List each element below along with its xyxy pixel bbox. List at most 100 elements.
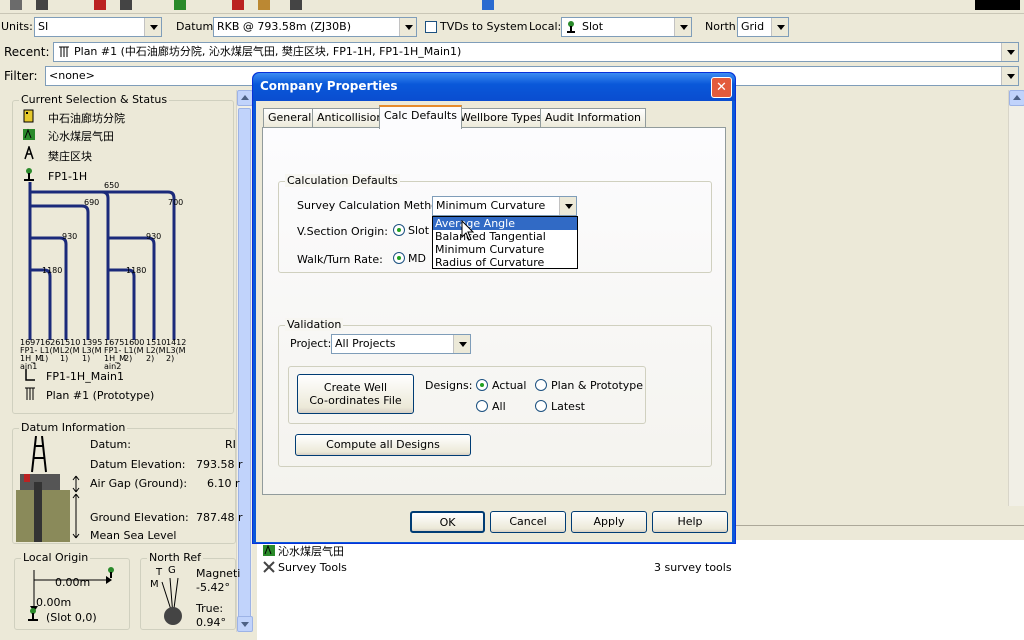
north-value: Grid <box>741 20 765 33</box>
option-balanced-tangential[interactable]: Balanced Tangential <box>433 230 577 243</box>
ok-button[interactable]: OK <box>410 511 485 533</box>
tool-icon[interactable] <box>258 0 270 10</box>
compass-icon <box>161 577 182 625</box>
recent-label: Recent: <box>4 45 50 59</box>
chevron-down-icon[interactable] <box>1001 43 1018 61</box>
local-select[interactable]: Slot <box>561 17 692 37</box>
walkturn-md-label: MD <box>408 252 426 265</box>
datum-info-title: Datum Information <box>19 421 128 434</box>
wellbore-name[interactable]: FP1-1H_Main1 <box>46 370 124 383</box>
option-minimum-curvature[interactable]: Minimum Curvature <box>433 243 577 256</box>
walkturn-md-radio[interactable] <box>393 252 405 264</box>
tab-audit-information[interactable]: Audit Information <box>540 108 647 128</box>
chevron-down-icon[interactable] <box>674 18 691 36</box>
survey-tools-count: 3 survey tools <box>654 561 732 574</box>
designs-label: Designs: <box>425 379 473 392</box>
units-select[interactable]: SI <box>34 17 162 37</box>
project-value: All Projects <box>335 337 396 350</box>
company-name[interactable]: 中石油廊坊分院 <box>48 110 125 126</box>
site-icon <box>24 146 34 160</box>
design-latest-label: Latest <box>551 400 585 413</box>
plan-name[interactable]: Plan #1 (Prototype) <box>46 389 154 402</box>
branch-label: 1) <box>40 354 49 363</box>
selection-panel: Current Selection & Status 中石油廊坊分院 沁水煤层气… <box>10 90 236 415</box>
design-plan-prototype-label: Plan & Prototype <box>551 379 644 392</box>
rig-diagram-icon <box>16 436 80 542</box>
list-item-survey-tools[interactable]: Survey Tools <box>278 561 347 574</box>
chevron-down-icon[interactable] <box>399 18 416 36</box>
tool-icon[interactable] <box>120 0 132 10</box>
design-all-label: All <box>492 400 506 413</box>
tab-anticollision[interactable]: Anticollision <box>312 108 389 128</box>
scroll-thumb[interactable] <box>238 108 251 618</box>
company-icon <box>23 109 34 123</box>
depth-650: 650 <box>104 181 120 190</box>
tab-general[interactable]: General <box>263 108 317 128</box>
design-plan-prototype-radio[interactable] <box>535 379 547 391</box>
validation-title: Validation <box>285 318 344 331</box>
tool-icon[interactable] <box>290 0 302 10</box>
list-item-field[interactable]: 沁水煤层气田 <box>278 543 344 559</box>
tool-icon[interactable] <box>10 0 22 10</box>
left-panel-scrollbar[interactable] <box>236 90 253 632</box>
magnetic-label: Magneti <box>196 567 241 580</box>
main-toolbar <box>0 0 1024 14</box>
tab-wellbore-types[interactable]: Wellbore Types <box>455 108 548 128</box>
apply-button[interactable]: Apply <box>571 511 647 533</box>
recent-select[interactable]: Plan #1 (中石油廊坊分院, 沁水煤层气田, 樊庄区块, FP1-1H, … <box>53 42 1019 62</box>
cancel-button[interactable]: Cancel <box>490 511 566 533</box>
site-name[interactable]: 樊庄区块 <box>48 148 92 164</box>
depth-690: 690 <box>84 198 100 207</box>
filter-label: Filter: <box>4 69 38 83</box>
design-actual-label: Actual <box>492 379 527 392</box>
survey-method-select[interactable]: Minimum Curvature <box>432 196 577 216</box>
chevron-down-icon[interactable] <box>771 18 788 36</box>
compute-all-designs-button[interactable]: Compute all Designs <box>295 434 471 456</box>
depth-930: 930 <box>62 232 78 241</box>
tool-icon[interactable] <box>232 0 244 10</box>
mouse-cursor-icon <box>461 220 475 241</box>
field-icon <box>263 544 275 556</box>
option-average-angle[interactable]: Average Angle <box>433 217 577 230</box>
tool-icon[interactable] <box>94 0 106 10</box>
create-well-button[interactable]: Create Well Co-ordinates File <box>297 374 414 414</box>
survey-method-dropdown-list[interactable]: Average Angle Balanced Tangential Minimu… <box>432 216 578 269</box>
project-select[interactable]: All Projects <box>331 334 471 354</box>
project-label: Project: <box>290 337 332 350</box>
design-latest-radio[interactable] <box>535 400 547 412</box>
plan-icon <box>59 46 69 57</box>
datum-label: Datum: <box>176 20 217 33</box>
mean-sea-level-label: Mean Sea Level <box>90 529 177 542</box>
chevron-down-icon[interactable] <box>1001 67 1018 85</box>
tool-icon[interactable] <box>482 0 494 10</box>
units-label: Units: <box>1 20 33 33</box>
scroll-up-icon[interactable] <box>237 90 253 106</box>
chevron-down-icon[interactable] <box>144 18 161 36</box>
tool-icon[interactable] <box>36 0 48 10</box>
option-radius-of-curvature[interactable]: Radius of Curvature <box>433 256 577 269</box>
chevron-down-icon[interactable] <box>559 197 576 215</box>
properties-list <box>257 540 1024 640</box>
true-value: 0.94° <box>196 616 226 629</box>
main-scrollbar[interactable] <box>1008 90 1024 506</box>
datum-select[interactable]: RKB @ 793.58m (ZJ30B) <box>213 17 417 37</box>
design-actual-radio[interactable] <box>476 379 488 391</box>
vsection-slot-radio[interactable] <box>393 224 405 236</box>
local-value: Slot <box>582 20 604 33</box>
survey-method-value: Minimum Curvature <box>436 199 546 212</box>
chevron-down-icon[interactable] <box>453 335 470 353</box>
scroll-up-icon[interactable] <box>1009 90 1024 106</box>
datum-info-value: RI <box>225 438 236 451</box>
tab-calc-defaults[interactable]: Calc Defaults <box>379 105 462 129</box>
close-icon[interactable]: ✕ <box>711 77 732 98</box>
datum-elevation-value: 793.58 r <box>196 458 243 471</box>
field-name[interactable]: 沁水煤层气田 <box>48 128 114 144</box>
branch-label: 2) <box>166 354 175 363</box>
scroll-down-icon[interactable] <box>237 616 253 632</box>
local-origin-title: Local Origin <box>21 551 91 564</box>
help-button[interactable]: Help <box>652 511 728 533</box>
north-select[interactable]: Grid <box>737 17 789 37</box>
tvd-to-system-checkbox[interactable] <box>425 21 437 33</box>
design-all-radio[interactable] <box>476 400 488 412</box>
tool-icon[interactable] <box>174 0 186 10</box>
